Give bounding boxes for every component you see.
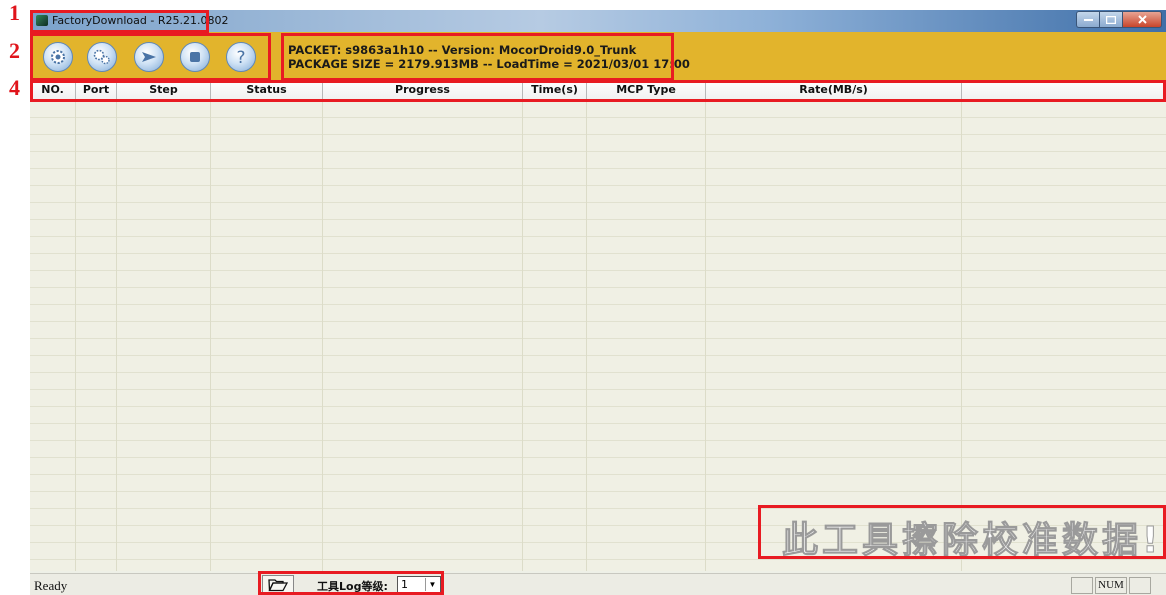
annotation-1: 1	[9, 0, 20, 25]
annotation-2: 2	[9, 38, 20, 63]
grid-line	[210, 101, 211, 571]
highlight-box-2	[30, 33, 271, 81]
device-list[interactable]	[30, 101, 1166, 571]
highlight-box-6	[758, 505, 1166, 559]
grid-line	[322, 101, 323, 571]
status-pane-scroll	[1129, 577, 1151, 594]
grid-line	[522, 101, 523, 571]
status-text: Ready	[34, 578, 68, 593]
grid-line	[705, 101, 706, 571]
window-controls	[1076, 11, 1162, 28]
grid-line	[586, 101, 587, 571]
annotation-4: 4	[9, 75, 20, 100]
grid-line	[116, 101, 117, 571]
status-pane-num: NUM	[1095, 577, 1127, 594]
highlight-box-5	[258, 571, 444, 595]
maximize-icon	[1106, 15, 1116, 24]
maximize-button[interactable]	[1099, 11, 1122, 28]
highlight-box-3	[281, 33, 674, 81]
highlight-box-1	[30, 10, 209, 33]
status-pane-caps	[1071, 577, 1093, 594]
highlight-box-4	[30, 80, 1166, 102]
close-button[interactable]	[1122, 11, 1162, 28]
grid-line	[961, 101, 962, 571]
minimize-button[interactable]	[1076, 11, 1099, 28]
grid-line	[75, 101, 76, 571]
status-bar: Ready 工具Log等级: 1 ▼ NUM	[30, 573, 1166, 595]
close-icon	[1137, 15, 1147, 24]
minimize-icon	[1083, 18, 1093, 21]
